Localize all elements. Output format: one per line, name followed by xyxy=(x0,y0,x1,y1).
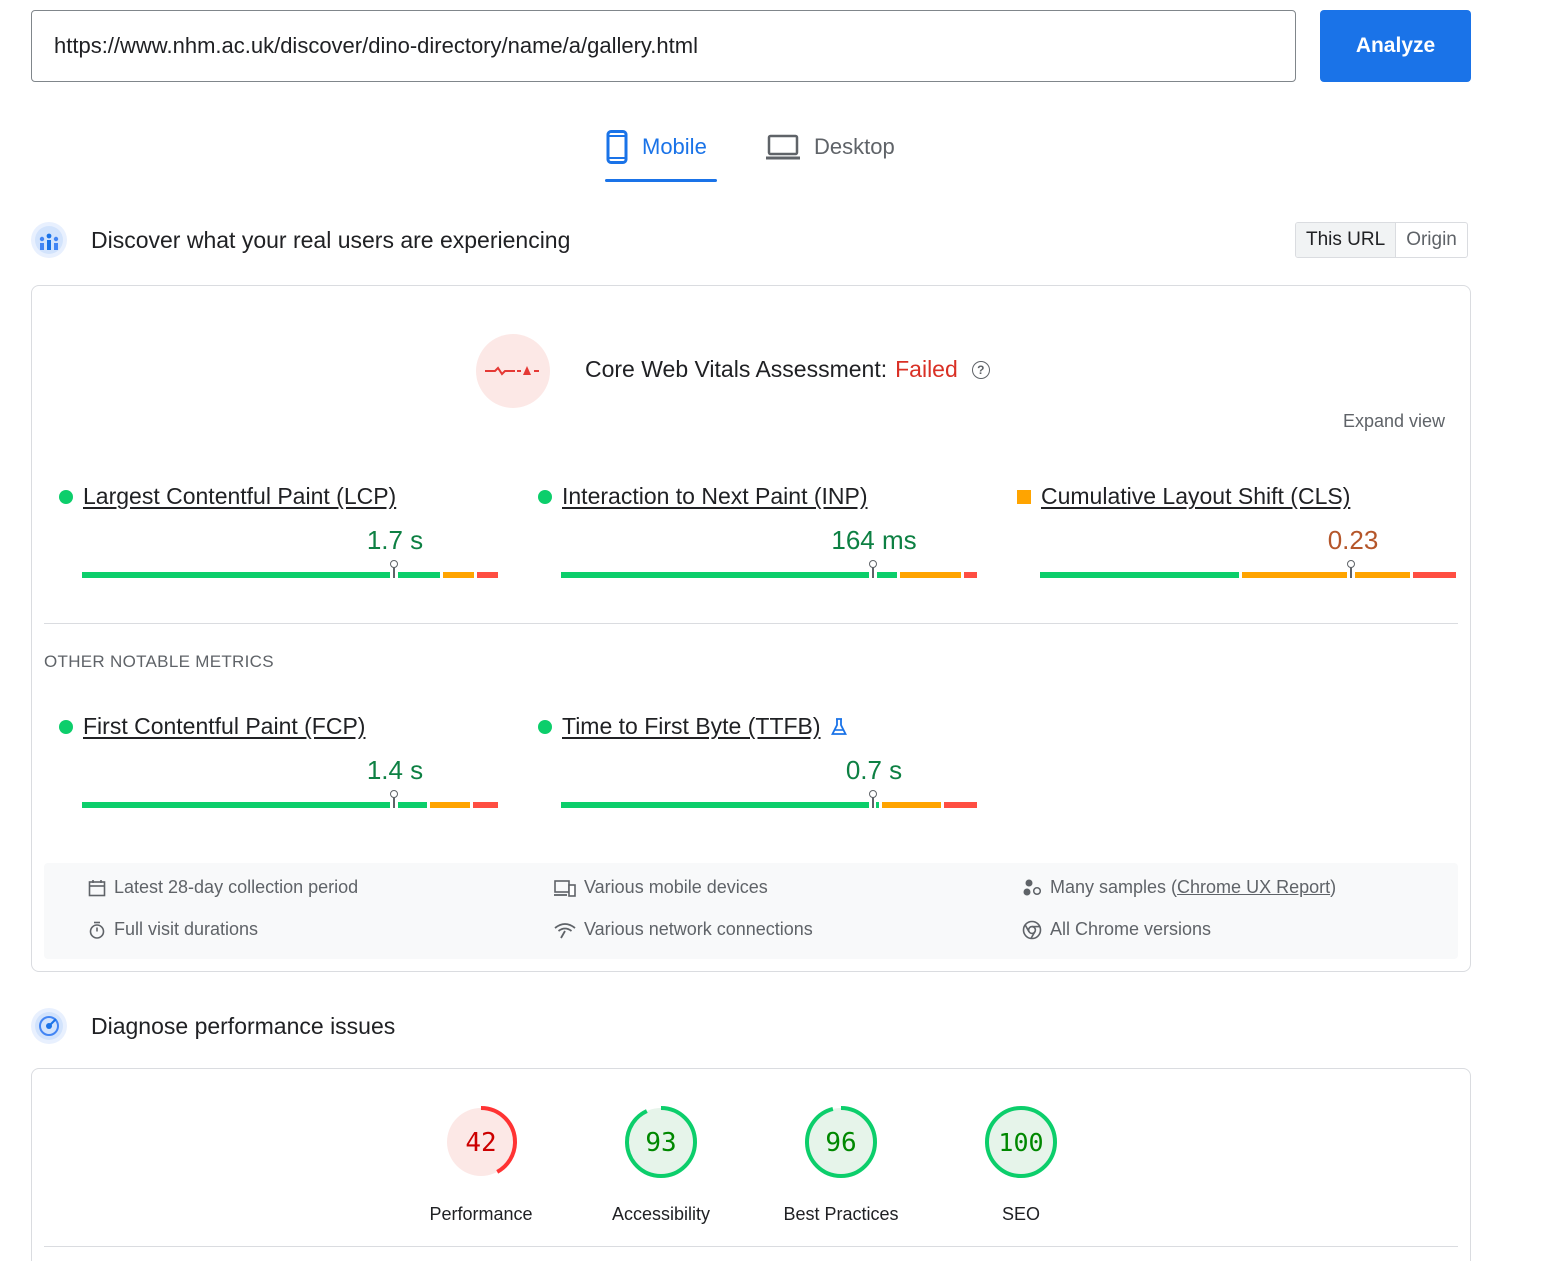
metric-inp: Interaction to Next Paint (INP) 164 ms xyxy=(538,483,978,593)
good-dot-icon xyxy=(538,719,552,734)
field-data-info: Latest 28-day collection period Full vis… xyxy=(44,863,1458,959)
calendar-icon xyxy=(88,879,106,896)
users-chart-icon xyxy=(31,222,67,258)
gauge-score: 100 xyxy=(998,1128,1043,1157)
analyze-button[interactable]: Analyze xyxy=(1320,10,1471,82)
info-samples-prefix: Many samples ( xyxy=(1050,877,1178,897)
info-chrome-versions: All Chrome versions xyxy=(1022,919,1211,940)
network-icon xyxy=(554,922,576,938)
gauge-performance[interactable]: 42 Performance xyxy=(391,1104,571,1225)
gauge-best-practices-label: Best Practices xyxy=(783,1204,899,1224)
info-visit-durations-text: Full visit durations xyxy=(114,919,259,939)
metric-lcp-distribution-bar xyxy=(82,560,498,578)
cwv-failed-icon xyxy=(476,334,550,408)
gauge-score: 93 xyxy=(645,1128,676,1158)
device-tabs: Mobile Desktop xyxy=(600,120,901,184)
url-origin-toggle: This URL Origin xyxy=(1295,222,1468,258)
field-data-card: Core Web Vitals Assessment: Failed ? Exp… xyxy=(31,285,1471,972)
info-visit-durations: Full visit durations xyxy=(88,919,258,940)
metric-inp-distribution-bar xyxy=(561,560,977,578)
percentile-marker xyxy=(869,560,877,578)
samples-icon xyxy=(1023,879,1042,895)
gauge-accessibility-label: Accessibility xyxy=(611,1204,711,1224)
gauge-accessibility[interactable]: 93 Accessibility xyxy=(571,1104,751,1225)
metric-ttfb-value: 0.7 s xyxy=(845,755,903,785)
metric-fcp-value: 1.4 s xyxy=(366,755,424,785)
metric-inp-name[interactable]: Interaction to Next Paint (INP) xyxy=(562,483,868,510)
timer-icon xyxy=(89,921,105,939)
metric-ttfb: Time to First Byte (TTFB) 0.7 s xyxy=(538,713,978,823)
info-devices-text: Various mobile devices xyxy=(584,877,768,897)
gauge-seo[interactable]: 100 SEO xyxy=(931,1104,1111,1225)
chrome-icon xyxy=(1022,920,1042,939)
info-samples: Many samples (Chrome UX Report) xyxy=(1022,877,1336,898)
field-data-header: Discover what your real users are experi… xyxy=(31,222,570,258)
metric-cls-distribution-bar xyxy=(1040,560,1456,578)
gauge-performance-label: Performance xyxy=(429,1204,533,1224)
metric-fcp-distribution-bar xyxy=(82,790,498,808)
metric-cls: Cumulative Layout Shift (CLS) 0.23 xyxy=(1017,483,1457,593)
help-icon[interactable]: ? xyxy=(971,360,990,379)
good-dot-icon xyxy=(59,719,73,734)
experimental-flask-icon[interactable] xyxy=(830,717,847,736)
percentile-marker xyxy=(390,790,398,808)
gauge-seo-label: SEO xyxy=(1001,1204,1040,1224)
metric-lcp-value: 1.7 s xyxy=(366,525,424,555)
tab-mobile-label: Mobile xyxy=(642,134,707,159)
gauge-score: 42 xyxy=(465,1128,496,1158)
field-data-title: Discover what your real users are experi… xyxy=(91,226,571,253)
lab-data-card: 42 Performance 93 Accessibility 96 Best … xyxy=(31,1068,1471,1261)
metric-lcp: Largest Contentful Paint (LCP) 1.7 s xyxy=(59,483,499,593)
other-metrics-label: OTHER NOTABLE METRICS xyxy=(44,652,274,671)
tab-desktop-label: Desktop xyxy=(814,134,895,159)
info-network-text: Various network connections xyxy=(584,919,813,939)
metric-cls-name[interactable]: Cumulative Layout Shift (CLS) xyxy=(1041,483,1350,510)
info-chrome-versions-text: All Chrome versions xyxy=(1050,919,1212,939)
lab-data-header: Diagnose performance issues xyxy=(31,1008,395,1044)
tab-mobile[interactable]: Mobile xyxy=(600,120,722,182)
metric-ttfb-name[interactable]: Time to First Byte (TTFB) xyxy=(562,713,821,740)
needs-improvement-square-icon xyxy=(1017,489,1031,504)
cwv-assessment-label: Core Web Vitals Assessment: xyxy=(585,356,888,382)
percentile-marker xyxy=(1347,560,1355,578)
info-network: Various network connections xyxy=(554,919,813,940)
metric-fcp: First Contentful Paint (FCP) 1.4 s xyxy=(59,713,499,823)
metric-fcp-name[interactable]: First Contentful Paint (FCP) xyxy=(83,713,365,740)
diagnose-icon xyxy=(31,1008,67,1044)
cwv-assessment: Core Web Vitals Assessment: Failed ? xyxy=(585,356,990,383)
divider xyxy=(44,623,1458,624)
origin-toggle[interactable]: Origin xyxy=(1396,223,1467,257)
info-collection-period-text: Latest 28-day collection period xyxy=(114,877,359,897)
metric-inp-value: 164 ms xyxy=(831,525,917,555)
info-collection-period: Latest 28-day collection period xyxy=(88,877,358,898)
smartphone-icon xyxy=(606,130,628,164)
tab-desktop[interactable]: Desktop xyxy=(760,120,901,174)
metric-ttfb-distribution-bar xyxy=(561,790,977,808)
percentile-marker xyxy=(869,790,877,808)
good-dot-icon xyxy=(59,489,73,504)
percentile-marker xyxy=(390,560,398,578)
expand-view-link[interactable]: Expand view xyxy=(1343,411,1445,432)
info-samples-suffix: ) xyxy=(1330,877,1337,897)
good-dot-icon xyxy=(538,489,552,504)
gauge-score: 96 xyxy=(825,1128,856,1158)
lab-data-title: Diagnose performance issues xyxy=(91,1012,396,1039)
chrome-ux-report-link[interactable]: Chrome UX Report xyxy=(1177,877,1330,898)
metric-lcp-name[interactable]: Largest Contentful Paint (LCP) xyxy=(83,483,396,510)
this-url-toggle[interactable]: This URL xyxy=(1296,223,1397,257)
cwv-assessment-status: Failed xyxy=(895,356,958,382)
info-devices: Various mobile devices xyxy=(554,877,768,898)
metric-cls-value: 0.23 xyxy=(1327,525,1379,555)
laptop-icon xyxy=(766,134,800,160)
divider xyxy=(44,1246,1458,1247)
url-input[interactable] xyxy=(31,10,1296,82)
devices-icon xyxy=(554,879,576,897)
gauge-best-practices[interactable]: 96 Best Practices xyxy=(751,1104,931,1225)
